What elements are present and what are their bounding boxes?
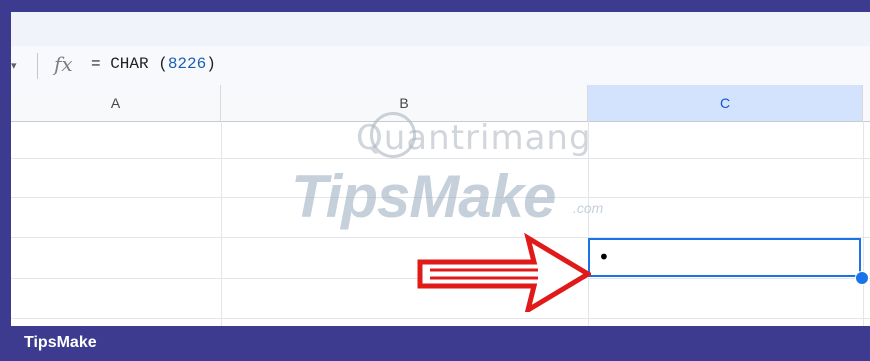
row-gridline (11, 318, 870, 319)
formula-number: 8226 (167, 55, 207, 73)
tipsmake-watermark-suffix: .com (573, 200, 604, 216)
fill-handle[interactable] (855, 271, 869, 285)
footer-label: TipsMake (24, 334, 97, 351)
column-header-a[interactable]: A (11, 85, 221, 121)
cell-value: • (598, 245, 610, 269)
footer-bar: TipsMake (0, 326, 870, 361)
column-gridline (863, 121, 864, 326)
column-gridline (221, 121, 222, 326)
fx-icon: fx (54, 52, 73, 76)
formula-bar-divider (37, 53, 38, 79)
formula-suffix: ) (206, 55, 216, 73)
column-header-c[interactable]: C (588, 85, 863, 121)
quantrimang-watermark: Quantrimang (356, 118, 592, 158)
row-gridline (11, 158, 870, 159)
name-box-dropdown-icon[interactable]: ▾ (11, 59, 17, 72)
selected-cell-c[interactable]: • (588, 238, 861, 277)
formula-input[interactable]: = CHAR (8226) (91, 55, 216, 73)
column-headers: A B C (11, 85, 870, 122)
toolbar-band (11, 12, 870, 46)
formula-prefix: = CHAR ( (91, 55, 168, 73)
arrow-right-icon (417, 232, 591, 312)
spreadsheet-area: ▾ fx = CHAR (8226) A B C Quantrimang Tip… (11, 12, 870, 326)
tipsmake-watermark: TipsMake (291, 163, 556, 230)
